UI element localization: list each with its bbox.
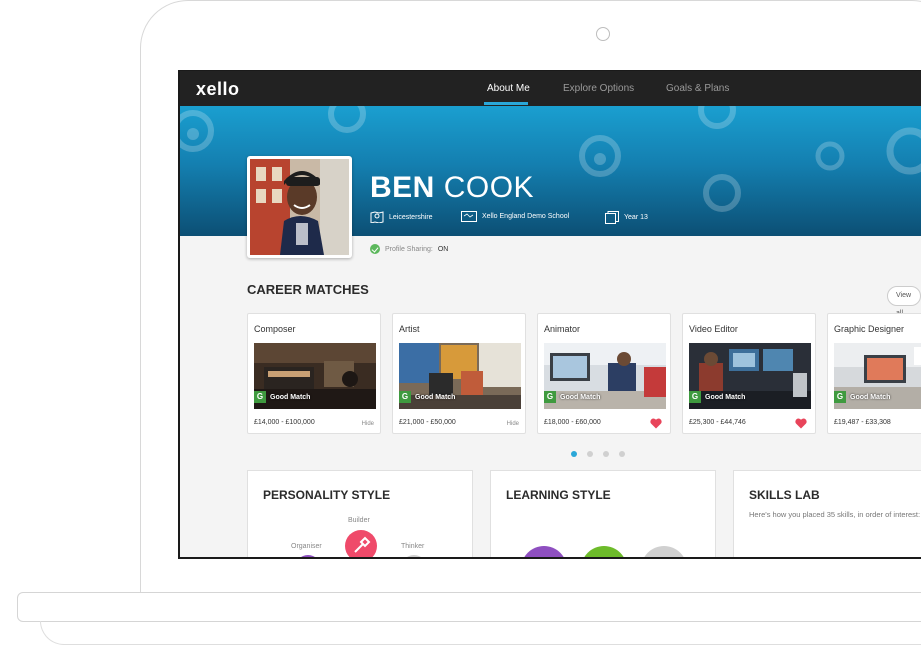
career-title: Artist [399, 324, 420, 334]
location-meta: Leicestershire [370, 211, 433, 223]
xello-mascot-icon [815, 141, 845, 171]
profile-photo-image [250, 159, 349, 255]
hide-button[interactable]: Hide [507, 421, 519, 427]
school-meta: Xello England Demo School [461, 211, 569, 222]
first-name: BEN [370, 171, 435, 204]
salary-range: £21,000 - £50,000 [399, 419, 456, 426]
xello-mascot-icon [180, 110, 214, 152]
location-text: Leicestershire [389, 213, 433, 221]
check-icon [370, 244, 380, 254]
pagination-dot[interactable] [619, 451, 625, 457]
top-nav: xello About Me Explore Options Goals & P… [180, 71, 921, 106]
chalkboard-icon [461, 211, 477, 222]
organiser-circle [295, 555, 321, 557]
app-screen: xello About Me Explore Options Goals & P… [178, 70, 921, 559]
match-text: Good Match [850, 393, 891, 401]
pagination-dot[interactable] [571, 451, 577, 457]
thinker-label: Thinker [401, 543, 425, 550]
student-name: BEN COOK [370, 171, 534, 205]
match-badge: G Good Match [254, 391, 310, 403]
xello-mascot-icon [328, 106, 366, 133]
year-text: Year 13 [624, 214, 648, 221]
match-badge: G Good Match [399, 391, 455, 403]
learning-style-panel[interactable]: LEARNING STYLE [490, 470, 716, 557]
career-card-video-editor[interactable]: Video Editor G Good Match £25,300 - £44,… [682, 313, 816, 434]
salary-range: £19,487 - £33,308 [834, 419, 891, 426]
career-title: Composer [254, 324, 296, 334]
match-level-icon: G [834, 391, 846, 403]
match-badge: G Good Match [834, 391, 890, 403]
panel-title: SKILLS LAB [749, 488, 820, 502]
match-text: Good Match [270, 393, 311, 401]
match-text: Good Match [415, 393, 456, 401]
career-card-animator[interactable]: Animator G Good Match £18,000 - £60,000 [537, 313, 671, 434]
xello-logo[interactable]: xello [196, 79, 240, 100]
builder-hammer-icon [345, 530, 377, 557]
match-level-icon: G [399, 391, 411, 403]
camera-icon [596, 27, 610, 41]
xello-mascot-icon [579, 135, 621, 177]
laptop-base [17, 592, 921, 622]
learning-circle [641, 546, 687, 557]
career-title: Video Editor [689, 324, 738, 334]
last-name: COOK [443, 171, 535, 204]
xello-mascot-icon [698, 106, 736, 129]
profile-sharing-status[interactable]: Profile Sharing: ON [370, 244, 448, 254]
nav-explore-options[interactable]: Explore Options [563, 83, 634, 94]
match-level-icon: G [689, 391, 701, 403]
xello-mascot-icon [703, 174, 741, 212]
builder-label: Builder [348, 517, 370, 524]
nav-goals-plans[interactable]: Goals & Plans [666, 83, 729, 94]
personality-style-panel[interactable]: PERSONALITY STYLE Builder Organiser Thin… [247, 470, 473, 557]
skills-lab-description: Here's how you placed 35 skills, in orde… [749, 510, 921, 519]
career-title: Graphic Designer [834, 324, 905, 334]
sharing-value: ON [437, 245, 449, 253]
year-meta: Year 13 [605, 211, 648, 224]
map-icon [370, 211, 384, 223]
learning-circle [581, 546, 627, 557]
learning-circle [521, 546, 567, 557]
hide-button[interactable]: Hide [362, 421, 374, 427]
match-text: Good Match [560, 393, 601, 401]
sharing-label: Profile Sharing: [385, 245, 433, 253]
nav-about-me[interactable]: About Me [487, 83, 530, 94]
favourite-heart-icon[interactable] [795, 418, 807, 429]
school-text: Xello England Demo School [482, 213, 570, 220]
thinker-circle [401, 555, 427, 557]
career-card-graphic-designer[interactable]: Graphic Designer G Good Match £19,487 - … [827, 313, 921, 434]
active-tab-indicator [484, 102, 528, 105]
organiser-label: Organiser [291, 543, 322, 550]
match-level-icon: G [544, 391, 556, 403]
career-card-artist[interactable]: Artist G Good Match £21,000 - £50,000 Hi… [392, 313, 526, 434]
career-title: Animator [544, 324, 581, 334]
skills-lab-panel[interactable]: SKILLS LAB Here's how you placed 35 skil… [733, 470, 921, 557]
xello-mascot-icon [886, 127, 921, 175]
profile-avatar[interactable] [247, 156, 352, 258]
match-text: Good Match [705, 393, 746, 401]
panel-title: PERSONALITY STYLE [263, 488, 391, 502]
laptop-base-bottom [40, 621, 921, 645]
salary-range: £14,000 - £100,000 [254, 419, 315, 426]
salary-range: £18,000 - £60,000 [544, 419, 601, 426]
career-card-composer[interactable]: Composer G Good Match £14,000 - £100,000… [247, 313, 381, 434]
salary-range: £25,300 - £44,746 [689, 419, 746, 426]
favourite-heart-icon[interactable] [650, 418, 662, 429]
panel-title: LEARNING STYLE [506, 488, 611, 502]
view-all-button[interactable]: View all [887, 286, 921, 317]
documents-icon [605, 211, 619, 224]
pagination-dot[interactable] [587, 451, 593, 457]
carousel-pagination [571, 451, 625, 457]
match-badge: G Good Match [544, 391, 600, 403]
match-level-icon: G [254, 391, 266, 403]
match-badge: G Good Match [689, 391, 745, 403]
pagination-dot[interactable] [603, 451, 609, 457]
career-matches-title: CAREER MATCHES [247, 282, 369, 297]
